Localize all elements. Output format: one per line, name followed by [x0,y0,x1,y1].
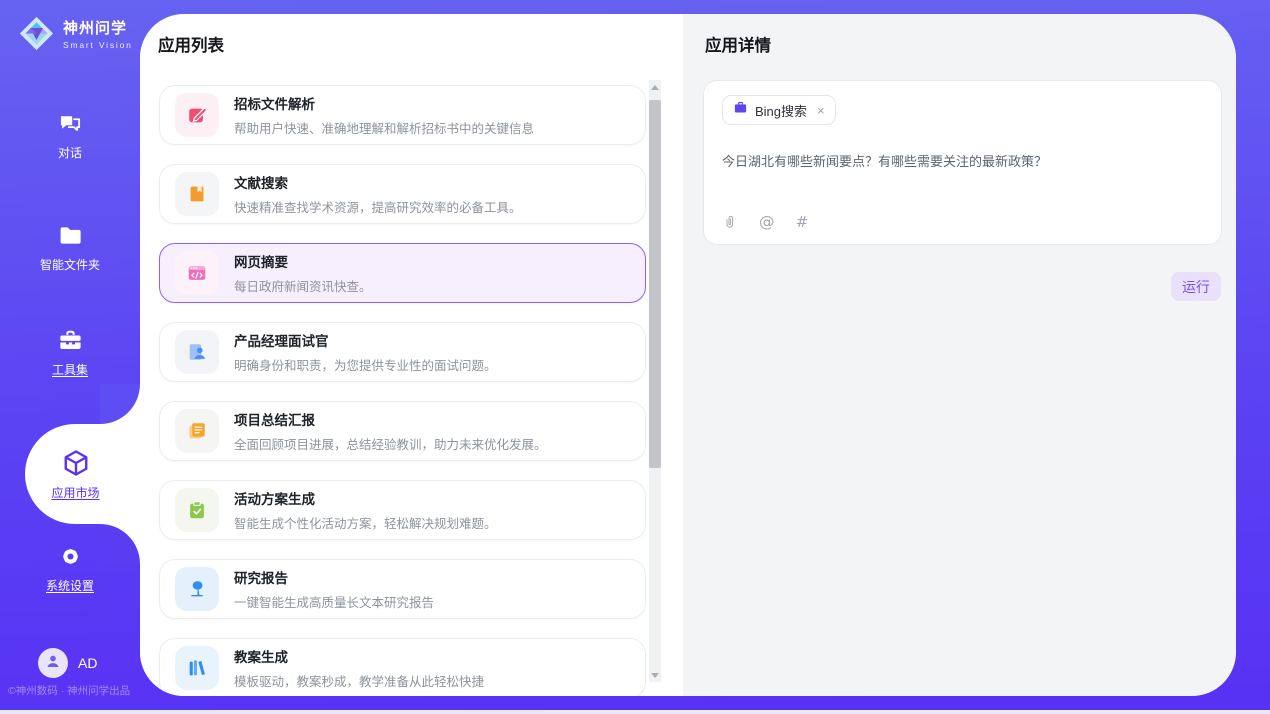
app-card-description: 模板驱动，教案秒成，教学准备从此轻松快捷 [234,671,484,690]
app-card[interactable]: 网页摘要每日政府新闻资讯快查。 [159,243,646,303]
prompt-input-card[interactable]: Bing搜索 × 今日湖北有哪些新闻要点？有哪些需要关注的最新政策？ @ # [703,80,1222,245]
scrollbar-thumb[interactable] [649,100,661,468]
app-list-title: 应用列表 [158,32,224,56]
interviewer-icon [175,330,219,374]
app-list-panel: 应用列表 招标文件解析帮助用户快速、准确地理解和解析招标书中的关键信息文献搜索快… [140,14,683,696]
app-card-title: 文献搜索 [234,172,522,192]
copyright-footer: ©神州数码 · 神州问学出品 [8,683,130,698]
main-container: 应用列表 招标文件解析帮助用户快速、准确地理解和解析招标书中的关键信息文献搜索快… [140,14,1236,696]
app-card-title: 项目总结汇报 [234,409,547,429]
chat-icon [57,110,84,137]
sidebar-item-settings[interactable]: 系统设置 [0,543,140,594]
app-card[interactable]: 文献搜索快速精准查找学术资源，提高研究效率的必备工具。 [159,164,646,224]
app-card[interactable]: 招标文件解析帮助用户快速、准确地理解和解析招标书中的关键信息 [159,85,646,145]
app-card-description: 明确身份和职责，为您提供专业性的面试问题。 [234,355,497,374]
notes-icon [175,409,219,453]
sidebar: 神州问学 Smart Vision 对话 智能文件夹 工具集 应用市场 系统设置… [0,0,140,714]
avatar [38,648,68,678]
sidebar-item-smart-folder[interactable]: 智能文件夹 [0,222,140,273]
app-card-title: 活动方案生成 [234,488,497,508]
tool-tag-label: Bing搜索 [755,101,807,120]
app-card-title: 网页摘要 [234,251,372,271]
bottom-edge-strip [0,710,1270,714]
app-card-title: 招标文件解析 [234,93,534,113]
sidebar-item-label: 智能文件夹 [40,256,100,273]
app-card[interactable]: 项目总结汇报全面回顾项目进展，总结经验教训，助力未来优化发展。 [159,401,646,461]
sidebar-item-label: 工具集 [52,361,88,378]
app-card[interactable]: 活动方案生成智能生成个性化活动方案，轻松解决规划难题。 [159,480,646,540]
app-detail-panel: 应用详情 Bing搜索 × 今日湖北有哪些新闻要点？有哪些需要关注的最新政策？ … [683,14,1236,696]
input-toolbar: @ # [722,213,809,231]
user-name: AD [78,655,97,671]
brand-tagline: Smart Vision [63,40,133,50]
app-card-list: 招标文件解析帮助用户快速、准确地理解和解析招标书中的关键信息文献搜索快速精准查找… [159,85,646,696]
sidebar-item-app-market-active[interactable]: 应用市场 [25,424,140,524]
toolbox-icon [57,327,84,354]
app-card[interactable]: 产品经理面试官明确身份和职责，为您提供专业性的面试问题。 [159,322,646,382]
tool-tag-bing-search[interactable]: Bing搜索 × [722,95,836,125]
scroll-down-icon[interactable] [649,668,661,682]
browser-icon [175,251,219,295]
gear-icon [57,543,84,570]
sidebar-item-label: 系统设置 [46,577,94,594]
clipboard-check-icon [175,488,219,532]
report-tree-icon [175,567,219,611]
user-account[interactable]: AD [38,648,97,678]
app-card-title: 产品经理面试官 [234,330,497,350]
hash-icon[interactable]: # [796,213,809,231]
app-card-description: 每日政府新闻资讯快查。 [234,276,372,295]
query-text[interactable]: 今日湖北有哪些新闻要点？有哪些需要关注的最新政策？ [722,151,1203,170]
app-card-description: 快速精准查找学术资源，提高研究效率的必备工具。 [234,197,522,216]
paperclip-icon[interactable] [722,214,738,230]
cube-icon [61,448,91,478]
sidebar-item-chat[interactable]: 对话 [0,110,140,161]
app-card-title: 研究报告 [234,567,434,587]
gem-logo-icon [18,15,55,52]
app-card[interactable]: 研究报告一键智能生成高质量长文本研究报告 [159,559,646,619]
app-detail-title: 应用详情 [705,32,771,56]
app-card[interactable]: 教案生成模板驱动，教案秒成，教学准备从此轻松快捷 [159,638,646,696]
doc-edit-icon [175,93,219,137]
sidebar-item-toolset[interactable]: 工具集 [0,327,140,378]
folder-icon [57,222,84,249]
scroll-up-icon[interactable] [649,80,661,94]
app-card-description: 全面回顾项目进展，总结经验教训，助力未来优化发展。 [234,434,547,453]
app-card-description: 帮助用户快速、准确地理解和解析招标书中的关键信息 [234,118,534,137]
brand-name: 神州问学 [63,17,133,38]
app-card-description: 一键智能生成高质量长文本研究报告 [234,592,434,611]
sidebar-item-label: 应用市场 [51,484,99,501]
scrollbar[interactable] [649,80,661,682]
app-card-description: 智能生成个性化活动方案，轻松解决规划难题。 [234,513,497,532]
active-tab-top-curve [100,384,140,424]
sidebar-item-label: 对话 [58,144,82,161]
run-button[interactable]: 运行 [1171,272,1221,301]
person-icon [43,651,63,676]
tag-close-icon[interactable]: × [817,104,825,117]
books-icon [175,646,219,690]
book-icon [175,172,219,216]
app-card-title: 教案生成 [234,646,484,666]
at-icon[interactable]: @ [759,213,775,231]
brand-logo: 神州问学 Smart Vision [18,15,133,52]
briefcase-icon [733,100,748,120]
